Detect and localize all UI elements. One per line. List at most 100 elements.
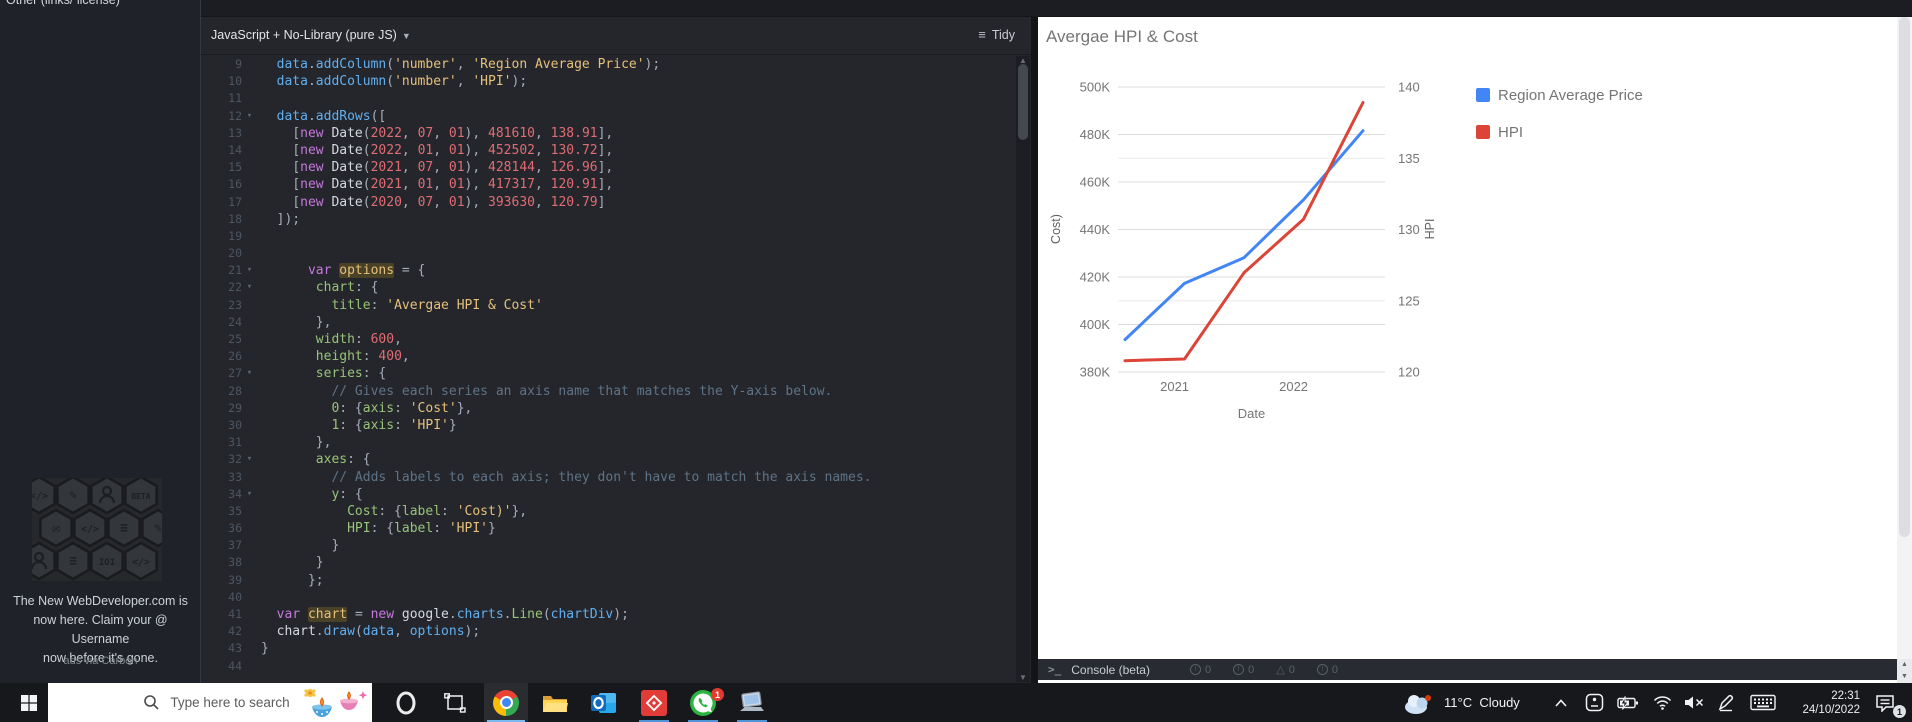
legend-item[interactable]: HPI	[1476, 124, 1523, 141]
console-counter-warning[interactable]: △0	[1276, 663, 1295, 676]
editor-language-dropdown[interactable]: JavaScript + No-Library (pure JS)▼	[211, 28, 411, 42]
taskbar-app-laptop[interactable]	[736, 683, 768, 722]
code-line[interactable]: 29 0: {axis: 'Cost'},	[201, 400, 1016, 417]
code-line[interactable]: 37 }	[201, 537, 1016, 554]
code-line[interactable]: 10 data.addColumn('number', 'HPI');	[201, 73, 1016, 90]
scroll-down-icon[interactable]: ▼	[1016, 673, 1030, 682]
editor-scrollbar-thumb[interactable]	[1018, 64, 1028, 140]
tray-show-hidden-icons[interactable]	[1548, 683, 1574, 722]
taskbar-search-box[interactable]: Type here to search	[48, 683, 372, 722]
code-line[interactable]: 26 height: 400,	[201, 348, 1016, 365]
code-line[interactable]: 21▾ var options = {	[201, 262, 1016, 279]
console-counter-info[interactable]: !0	[1233, 663, 1254, 676]
code-line[interactable]: 13 [new Date(2022, 07, 01), 481610, 138.…	[201, 125, 1016, 142]
code-text: chart.draw(data, options);	[257, 623, 480, 640]
editor-scrollbar[interactable]: ▲ ▼	[1016, 56, 1030, 682]
left-axis-tick: 460K	[1080, 175, 1111, 190]
console-counter-log[interactable]: !0	[1317, 663, 1338, 676]
console-counter-error[interactable]: !0	[1190, 663, 1211, 676]
code-line[interactable]: 16 [new Date(2021, 01, 01), 417317, 120.…	[201, 176, 1016, 193]
ad-line: now here. Claim your @ Username	[3, 611, 198, 649]
tray-device-icon[interactable]	[1580, 683, 1608, 722]
sidebar: Other (links/ license) </>✎BETA✉</>≡✎≡IO…	[0, 0, 201, 683]
fold-gutter	[242, 142, 257, 159]
tidy-button[interactable]: ≡Tidy	[978, 27, 1015, 42]
code-line[interactable]: 42 chart.draw(data, options);	[201, 623, 1016, 640]
code-text: width: 600,	[257, 331, 402, 348]
tray-touch-keyboard[interactable]	[1746, 683, 1780, 722]
fold-gutter	[242, 658, 257, 675]
console-bar[interactable]: >_ Console (beta) !0!0△0!0	[1038, 659, 1897, 680]
tray-volume[interactable]	[1679, 683, 1709, 722]
code-line[interactable]: 12▾ data.addRows([	[201, 108, 1016, 125]
taskbar-app-whatsapp[interactable]: 1	[687, 683, 719, 722]
counter-value: 0	[1205, 664, 1211, 676]
code-line[interactable]: 33 // Adds labels to each axis; they don…	[201, 469, 1016, 486]
code-line[interactable]: 44	[201, 658, 1016, 675]
fold-arrow-icon[interactable]: ▾	[242, 262, 257, 279]
page-scrollbar-thumb[interactable]	[1899, 17, 1910, 537]
task-view-button[interactable]	[439, 683, 471, 722]
code-line[interactable]: 22▾ chart: {	[201, 279, 1016, 296]
code-line[interactable]: 38 }	[201, 554, 1016, 571]
fold-arrow-icon[interactable]: ▾	[242, 365, 257, 382]
code-line[interactable]: 23 title: 'Avergae HPI & Cost'	[201, 297, 1016, 314]
code-line[interactable]: 18 ]);	[201, 211, 1016, 228]
code-line[interactable]: 41 var chart = new google.charts.Line(ch…	[201, 606, 1016, 623]
tray-wifi[interactable]	[1648, 683, 1676, 722]
windows-logo-icon	[21, 695, 37, 711]
code-line[interactable]: 14 [new Date(2022, 01, 01), 452502, 130.…	[201, 142, 1016, 159]
pencil-icon: ✎	[69, 488, 77, 503]
code-line[interactable]: 20	[201, 245, 1016, 262]
carbon-ad-image[interactable]: </>✎BETA✉</>≡✎≡IOI</>	[32, 478, 162, 581]
code-line[interactable]: 27▾ series: {	[201, 365, 1016, 382]
code-line[interactable]: 28 // Gives each series an axis name tha…	[201, 383, 1016, 400]
taskbar-app-file-explorer[interactable]	[539, 683, 571, 722]
code-line[interactable]: 11	[201, 90, 1016, 107]
code-line[interactable]: 31 },	[201, 434, 1016, 451]
page-scroll-down-icon[interactable]: ▼	[1897, 671, 1912, 683]
info-circle-icon: !	[1190, 664, 1201, 675]
code-line[interactable]: 30 1: {axis: 'HPI'}	[201, 417, 1016, 434]
tray-pen[interactable]	[1712, 683, 1740, 722]
taskbar-weather[interactable]: 11°C Cloudy	[1402, 683, 1532, 722]
taskbar-app-outlook[interactable]	[588, 683, 620, 722]
code-line[interactable]: 36 HPI: {label: 'HPI'}	[201, 520, 1016, 537]
tray-battery[interactable]	[1613, 683, 1643, 722]
legend-item[interactable]: Region Average Price	[1476, 87, 1643, 104]
right-axis-tick: 125	[1398, 293, 1420, 308]
code-line[interactable]: 25 width: 600,	[201, 331, 1016, 348]
code-text: [new Date(2021, 07, 01), 428144, 126.96]…	[257, 159, 613, 176]
code-line[interactable]: 39 };	[201, 572, 1016, 589]
code-line[interactable]: 32▾ axes: {	[201, 451, 1016, 468]
code-line[interactable]: 19	[201, 228, 1016, 245]
code-line[interactable]: 35 Cost: {label: 'Cost)'},	[201, 503, 1016, 520]
fold-arrow-icon[interactable]: ▾	[242, 486, 257, 503]
page-scroll-up-icon[interactable]: ▲	[1897, 659, 1912, 671]
code-line[interactable]: 43}	[201, 640, 1016, 657]
fold-arrow-icon[interactable]: ▾	[242, 279, 257, 296]
taskbar-app-chrome[interactable]	[484, 683, 528, 722]
sidebar-section-label: Other (links/ license)	[6, 0, 196, 7]
ads-via-carbon-link[interactable]: ads via Carbon	[0, 655, 201, 667]
left-axis-tick: 400K	[1080, 317, 1111, 332]
start-button[interactable]	[12, 683, 46, 722]
code-line[interactable]: 24 },	[201, 314, 1016, 331]
code-line[interactable]: 17 [new Date(2020, 07, 01), 393630, 120.…	[201, 194, 1016, 211]
action-center-button[interactable]: 1	[1868, 683, 1902, 722]
code-line[interactable]: 40	[201, 589, 1016, 606]
hexagon	[32, 543, 55, 579]
code-editor-lines[interactable]: 9 data.addColumn('number', 'Region Avera…	[201, 56, 1016, 683]
page-scrollbar[interactable]: ▲ ▼	[1897, 17, 1912, 683]
code-line[interactable]: 15 [new Date(2021, 07, 01), 428144, 126.…	[201, 159, 1016, 176]
code-text	[257, 245, 261, 262]
fold-arrow-icon[interactable]: ▾	[242, 451, 257, 468]
taskbar-app-opera[interactable]	[390, 683, 422, 722]
right-axis-tick: 140	[1398, 80, 1420, 95]
fold-arrow-icon[interactable]: ▾	[242, 108, 257, 125]
code-line[interactable]: 9 data.addColumn('number', 'Region Avera…	[201, 56, 1016, 73]
taskbar-app-red-diamond[interactable]	[638, 683, 670, 722]
code-line[interactable]: 34▾ y: {	[201, 486, 1016, 503]
taskbar-clock[interactable]: 22:31 24/10/2022	[1788, 683, 1860, 722]
panel-divider[interactable]	[1031, 17, 1038, 683]
